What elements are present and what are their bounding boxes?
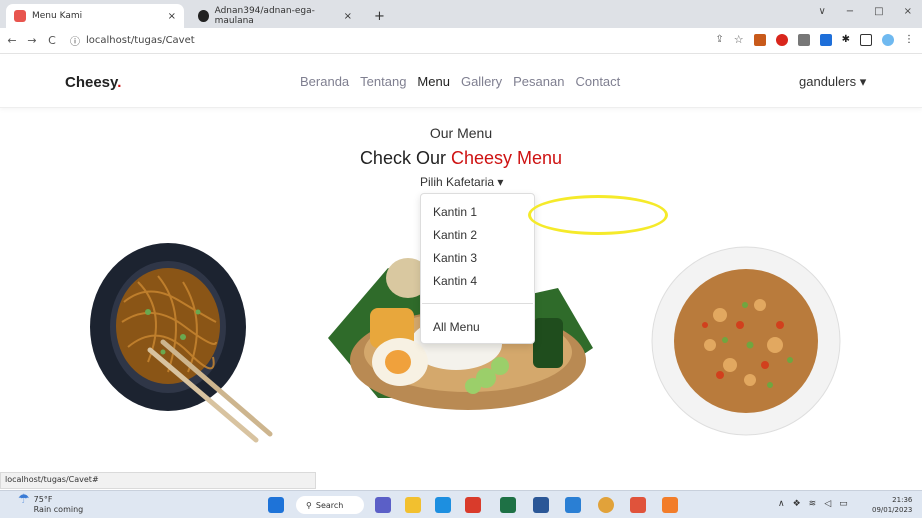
rain-icon: ☂ [18, 492, 30, 507]
xampp-icon[interactable] [630, 497, 646, 513]
nav-beranda[interactable]: Beranda [300, 74, 349, 89]
fried-rice-image [651, 246, 841, 436]
bookmark-star-icon[interactable]: ☆ [734, 33, 744, 46]
vscode-icon[interactable] [565, 497, 581, 513]
nav-contact[interactable]: Contact [575, 74, 620, 89]
menu-dots-icon[interactable]: ⋮ [904, 34, 914, 45]
forward-button[interactable]: → [24, 34, 40, 47]
browser-tab-bar: Menu Kami × Adnan394/adnan-ega-maulana ×… [0, 0, 922, 28]
nav-pesanan[interactable]: Pesanan [513, 74, 564, 89]
tab-favicon-icon [14, 10, 26, 22]
chrome-icon[interactable] [598, 497, 614, 513]
tab-label: Adnan394/adnan-ega-maulana [214, 6, 315, 26]
dropdown-divider [422, 303, 533, 304]
github-icon [198, 10, 209, 22]
user-menu[interactable]: gandulers ▾ [799, 74, 866, 90]
highlight-annotation [528, 195, 668, 235]
site-header: Cheesy. Beranda Tentang Menu Gallery Pes… [0, 56, 922, 108]
extension-icon[interactable] [753, 33, 766, 46]
info-icon[interactable]: ⓘ [70, 33, 80, 48]
url-text: localhost/tugas/Cavet [86, 35, 195, 46]
link-status-bar: localhost/tugas/Cavet# [0, 472, 316, 489]
logo-text: Cheesy [65, 74, 118, 91]
main-nav: Beranda Tentang Menu Gallery Pesanan Con… [300, 74, 620, 89]
url-field[interactable]: ⓘ localhost/tugas/Cavet [70, 33, 195, 48]
dropdown-item-kantin-1[interactable]: Kantin 1 [433, 205, 477, 219]
title-prefix: Check Our [359, 148, 446, 168]
close-window-button[interactable]: × [904, 6, 912, 17]
share-icon[interactable]: ⇪ [715, 34, 723, 45]
system-tray: ∧ ❖ ≋ ◁ ▭ [778, 499, 848, 509]
sidebar-icon[interactable] [860, 33, 872, 46]
powerpoint-icon[interactable] [465, 497, 481, 513]
back-button[interactable]: ← [4, 34, 20, 47]
extension-toolbar: ⇪ ☆ ✱ ⋮ [715, 33, 914, 46]
volume-icon[interactable]: ◁ [824, 499, 831, 509]
start-icon[interactable] [268, 497, 284, 513]
dropdown-item-kantin-3[interactable]: Kantin 3 [433, 251, 477, 265]
weather-temp: 75°F [33, 495, 53, 504]
dropdown-item-kantin-2[interactable]: Kantin 2 [433, 228, 477, 242]
nav-gallery[interactable]: Gallery [461, 74, 502, 89]
reload-button[interactable]: C [44, 34, 60, 47]
tab-label: Menu Kami [32, 11, 83, 21]
search-icon: ⚲ [306, 500, 312, 510]
battery-icon[interactable]: ▭ [839, 499, 848, 509]
logo-dot: . [117, 74, 122, 91]
dropdown-item-kantin-4[interactable]: Kantin 4 [433, 274, 477, 288]
cafeteria-dropdown-toggle[interactable]: Pilih Kafetaria ▾ [420, 175, 503, 189]
section-title: Check Our Cheesy Menu [0, 148, 922, 169]
meet-icon[interactable] [375, 497, 391, 513]
windows-taskbar: ☂ 75°F Rain coming ⚲ Search ∧ ❖ ≋ ◁ ▭ 21:3… [0, 490, 922, 518]
tray-chevron-icon[interactable]: ∧ [778, 499, 785, 509]
wifi-icon[interactable]: ≋ [809, 499, 817, 509]
nav-tentang[interactable]: Tentang [360, 74, 406, 89]
nav-menu[interactable]: Menu [417, 74, 450, 89]
weather-text: Rain coming [33, 505, 84, 514]
tab-menu-kami[interactable]: Menu Kami × [6, 4, 184, 28]
extension-blue-icon[interactable] [819, 33, 832, 46]
postman-icon[interactable] [662, 497, 678, 513]
tab-github[interactable]: Adnan394/adnan-ega-maulana × [190, 4, 360, 28]
window-controls: ∨ − □ × [818, 6, 912, 17]
clock-time: 21:36 [892, 496, 913, 504]
dropdown-item-all-menu[interactable]: All Menu [433, 320, 480, 334]
minimize-button[interactable]: − [846, 6, 854, 17]
profile-avatar[interactable] [882, 33, 894, 46]
restore-button[interactable]: □ [874, 6, 883, 17]
tab-search-icon[interactable]: ∨ [818, 6, 825, 17]
section-subtitle: Our Menu [429, 125, 493, 141]
cafeteria-dropdown-menu: Kantin 1 Kantin 2 Kantin 3 Kantin 4 All … [420, 193, 535, 344]
site-logo[interactable]: Cheesy. [65, 74, 121, 91]
taskbar-search[interactable]: ⚲ Search [296, 496, 364, 514]
noodle-dish-image [90, 243, 273, 443]
excel-icon[interactable] [500, 497, 516, 513]
close-tab-icon[interactable]: × [344, 11, 352, 22]
opera-icon[interactable] [775, 33, 788, 46]
camera-icon[interactable] [797, 33, 810, 46]
close-tab-icon[interactable]: × [168, 11, 176, 22]
new-tab-button[interactable]: + [366, 4, 393, 28]
mail-icon[interactable] [435, 497, 451, 513]
weather-widget[interactable]: ☂ 75°F Rain coming [18, 492, 84, 515]
word-icon[interactable] [533, 497, 549, 513]
clock[interactable]: 21:36 09/01/2023 [872, 495, 912, 515]
file-explorer-icon[interactable] [405, 497, 421, 513]
search-label: Search [315, 500, 344, 510]
clock-date: 09/01/2023 [872, 506, 913, 514]
title-highlight: Cheesy Menu [450, 148, 563, 168]
dropbox-icon[interactable]: ❖ [793, 499, 801, 509]
puzzle-icon[interactable]: ✱ [842, 34, 850, 45]
